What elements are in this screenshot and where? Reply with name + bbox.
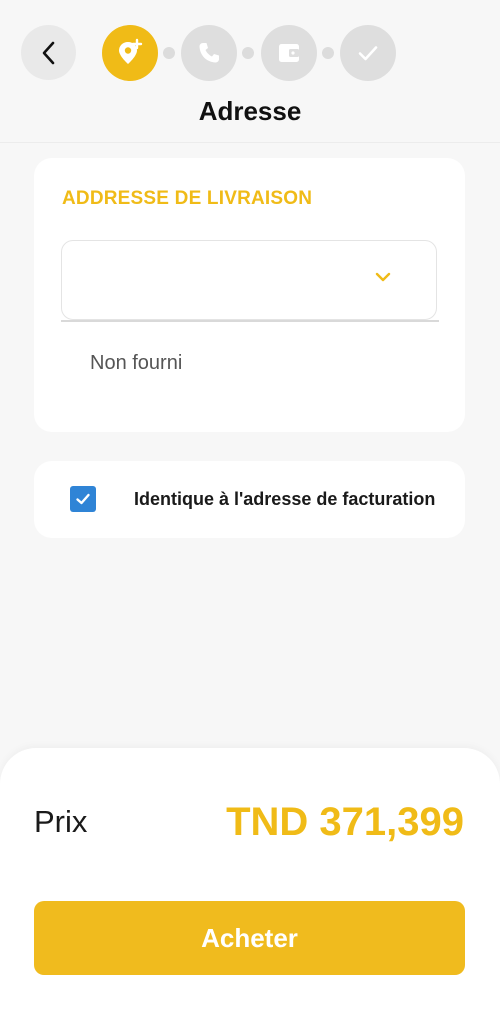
select-underline	[61, 320, 439, 322]
shipping-section-title: ADDRESSE DE LIVRAISON	[62, 188, 313, 209]
checkout-summary-sheet: Prix TND 371,399 Acheter	[0, 748, 500, 1024]
step-phone[interactable]	[181, 25, 237, 81]
step-connector	[322, 47, 334, 59]
map-pin-plus-icon	[119, 38, 143, 64]
same-as-billing-checkbox[interactable]	[70, 486, 96, 512]
checkmark-icon	[76, 493, 90, 505]
same-as-billing-label[interactable]: Identique à l'adresse de facturation	[134, 489, 435, 510]
buy-button[interactable]: Acheter	[34, 901, 465, 975]
phone-icon	[199, 43, 219, 63]
billing-option-card: Identique à l'adresse de facturation	[34, 461, 465, 538]
chevron-down-icon	[375, 272, 391, 282]
back-button[interactable]	[21, 25, 76, 80]
step-payment[interactable]	[261, 25, 317, 81]
step-address[interactable]	[102, 25, 158, 81]
shipping-not-provided-text: Non fourni	[90, 352, 183, 374]
check-icon	[358, 46, 378, 61]
wallet-icon	[279, 44, 299, 62]
step-connector	[242, 47, 254, 59]
shipping-address-select[interactable]	[61, 240, 437, 320]
step-confirm[interactable]	[340, 25, 396, 81]
step-connector	[163, 47, 175, 59]
price-label: Prix	[34, 804, 88, 839]
chevron-left-icon	[42, 41, 54, 64]
shipping-address-card: ADDRESSE DE LIVRAISON Non fourni	[34, 158, 465, 432]
page-title: Adresse	[198, 96, 302, 126]
top-header: Adresse	[0, 0, 500, 143]
price-value: TND 371,399	[226, 800, 464, 844]
